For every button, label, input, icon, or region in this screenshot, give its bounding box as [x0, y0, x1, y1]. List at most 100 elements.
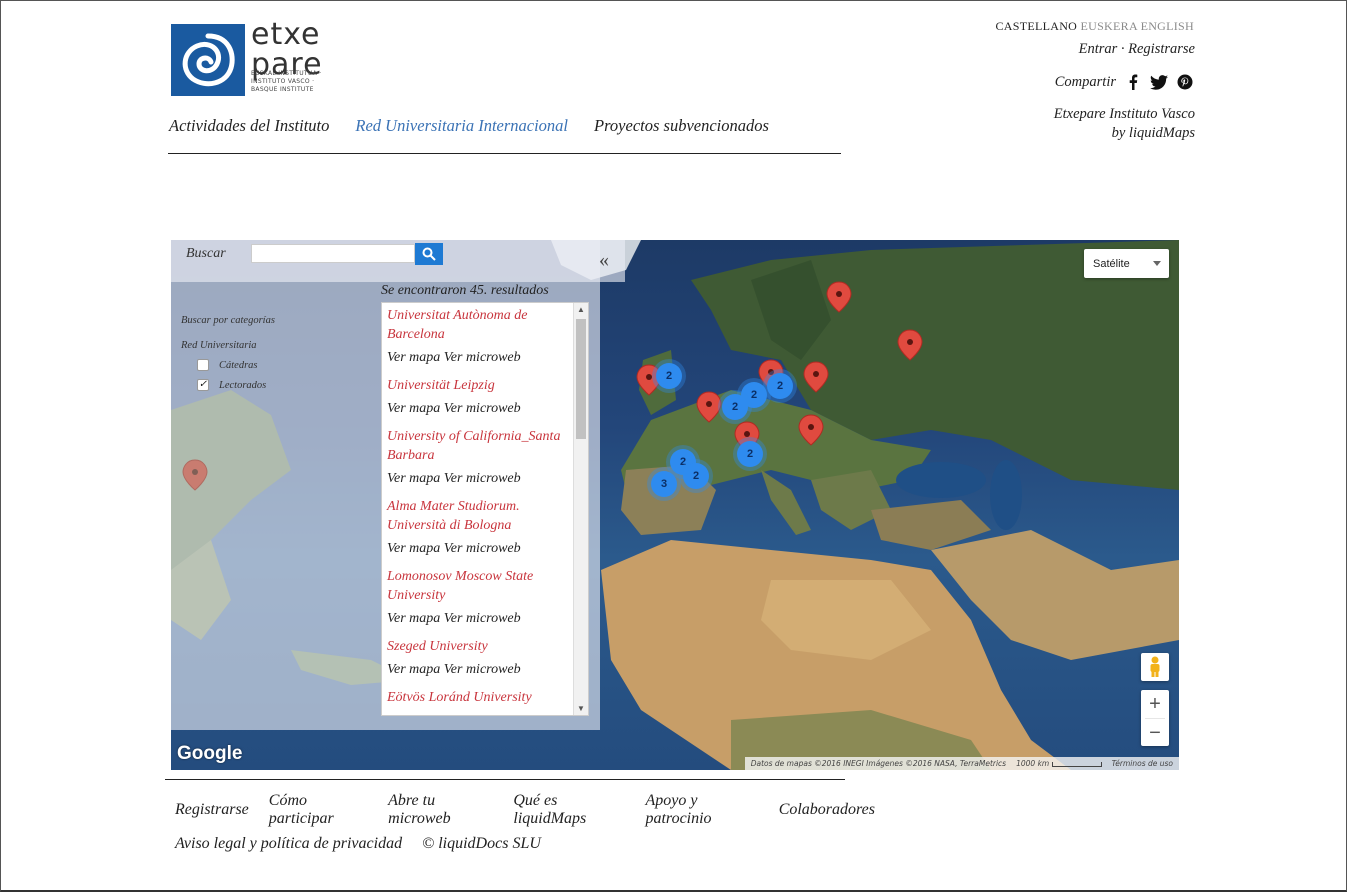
- view-map-link[interactable]: Ver mapa: [387, 611, 440, 626]
- lang-english[interactable]: ENGLISH: [1141, 19, 1194, 33]
- footer-colaboradores[interactable]: Colaboradores: [779, 801, 875, 819]
- result-title[interactable]: Alma Mater Studiorum. Università di Bolo…: [387, 497, 568, 535]
- scale-bar: [1051, 761, 1102, 767]
- cluster-marker[interactable]: 2: [737, 441, 763, 467]
- cluster-marker[interactable]: 2: [656, 363, 682, 389]
- share-bar: Compartir: [1055, 73, 1194, 91]
- nav-actividades[interactable]: Actividades del Instituto: [169, 116, 329, 136]
- result-title[interactable]: Universität Leipzig: [387, 376, 568, 395]
- view-map-link[interactable]: Ver mapa: [387, 350, 440, 365]
- cluster-marker[interactable]: 2: [767, 373, 793, 399]
- result-title[interactable]: University of California_Santa Barbara: [387, 427, 568, 465]
- result-title[interactable]: Szeged University: [387, 637, 568, 656]
- view-microweb-link[interactable]: Ver microweb: [444, 350, 521, 365]
- scroll-up-icon[interactable]: ▲: [577, 305, 585, 314]
- footer-copyright: © liquidDocs SLU: [422, 835, 541, 852]
- footer-apoyo[interactable]: Apoyo y patrocinio: [645, 792, 758, 828]
- footer-que-es-liquidmaps[interactable]: Qué es liquidMaps: [513, 792, 625, 828]
- view-map-link[interactable]: Ver mapa: [387, 401, 440, 416]
- credit-line-2: by liquidMaps: [1111, 125, 1195, 141]
- list-item: Lomonosov Moscow State University Ver ma…: [382, 567, 588, 628]
- scroll-down-icon[interactable]: ▼: [577, 704, 585, 713]
- result-title[interactable]: Universitat Autònoma de Barcelona: [387, 306, 568, 344]
- pinterest-icon[interactable]: [1176, 73, 1194, 91]
- search-icon: [422, 247, 436, 261]
- list-item: Universitat Autònoma de Barcelona Ver ma…: [382, 306, 588, 367]
- result-title[interactable]: Eötvös Loránd University: [387, 688, 568, 707]
- results-count: Se encontraron 45. resultados: [381, 283, 549, 298]
- zoom-out-button[interactable]: −: [1141, 719, 1169, 747]
- category-lectorados[interactable]: ✓ Lectorados: [197, 379, 266, 391]
- category-catedras[interactable]: Cátedras: [197, 359, 258, 371]
- list-item: Alma Mater Studiorum. Università di Bolo…: [382, 497, 588, 558]
- etxepare-logo[interactable]: etxe pare EUSKAL INSTITUTUA · INSTITUTO …: [171, 20, 331, 98]
- footer-registrarse[interactable]: Registrarse: [175, 801, 249, 819]
- collapse-panel-icon[interactable]: «: [599, 250, 609, 270]
- google-logo: Google: [177, 743, 243, 764]
- chevron-down-icon: [1153, 261, 1161, 266]
- checkbox-catedras[interactable]: [197, 359, 209, 371]
- list-item: Universität Leipzig Ver mapa Ver microwe…: [382, 376, 588, 418]
- register-link[interactable]: Registrarse: [1128, 41, 1195, 57]
- category-group: Red Universitaria: [181, 340, 257, 351]
- list-item: Eötvös Loránd University: [382, 688, 588, 707]
- footer-links: Registrarse Cómo participar Abre tu micr…: [175, 792, 875, 861]
- street-view-pegman-icon[interactable]: [1141, 653, 1169, 681]
- results-list[interactable]: Universitat Autònoma de Barcelona Ver ma…: [381, 302, 589, 716]
- share-label: Compartir: [1054, 73, 1116, 90]
- footer-abre-microweb[interactable]: Abre tu microweb: [388, 792, 493, 828]
- lang-castellano[interactable]: CASTELLANO: [995, 19, 1077, 33]
- facebook-icon[interactable]: [1124, 73, 1142, 91]
- search-input[interactable]: [251, 244, 415, 263]
- list-item: Szeged University Ver mapa Ver microweb: [382, 637, 588, 679]
- language-switcher: CASTELLANO EUSKERA ENGLISH: [995, 19, 1194, 34]
- view-microweb-link[interactable]: Ver microweb: [444, 471, 521, 486]
- map-attribution: Datos de mapas ©2016 INEGI Imágenes ©201…: [744, 757, 1179, 770]
- footer-aviso-legal[interactable]: Aviso legal y política de privacidad: [175, 835, 402, 853]
- map-type-select[interactable]: Satélite: [1084, 249, 1169, 278]
- main-nav: Actividades del Instituto Red Universita…: [169, 116, 769, 136]
- search-label: Buscar: [186, 246, 226, 261]
- list-item: University of California_Santa Barbara V…: [382, 427, 588, 488]
- zoom-control: + −: [1141, 690, 1169, 746]
- result-title[interactable]: Lomonosov Moscow State University: [387, 567, 568, 605]
- login-link[interactable]: Entrar: [1079, 41, 1118, 57]
- twitter-icon[interactable]: [1150, 73, 1168, 91]
- search-bar: Buscar «: [171, 240, 625, 282]
- category-lectorados-label: Lectorados: [219, 379, 267, 391]
- cluster-marker[interactable]: 2: [683, 463, 709, 489]
- view-map-link[interactable]: Ver mapa: [387, 471, 440, 486]
- nav-red-universitaria[interactable]: Red Universitaria Internacional: [355, 116, 568, 136]
- view-microweb-link[interactable]: Ver microweb: [444, 662, 521, 677]
- attribution-text: Datos de mapas ©2016 INEGI Imágenes ©201…: [750, 759, 1007, 768]
- view-map-link[interactable]: Ver mapa: [387, 541, 440, 556]
- search-button[interactable]: [415, 243, 443, 265]
- auth-separator: ·: [1120, 41, 1125, 57]
- site-credit: Etxepare Instituto Vasco by liquidMaps: [1054, 105, 1195, 143]
- credit-line-1: Etxepare Instituto Vasco: [1053, 106, 1195, 122]
- map-canvas[interactable]: Buscar « Buscar por categorías Red Unive…: [171, 240, 1179, 770]
- view-microweb-link[interactable]: Ver microweb: [444, 401, 521, 416]
- footer-como-participar[interactable]: Cómo participar: [269, 792, 368, 828]
- zoom-in-button[interactable]: +: [1141, 690, 1169, 718]
- lang-euskera[interactable]: EUSKERA: [1080, 19, 1137, 33]
- checkbox-lectorados[interactable]: ✓: [197, 379, 209, 391]
- categories-title: Buscar por categorías: [181, 315, 275, 326]
- nav-divider: [168, 153, 841, 154]
- auth-links: Entrar · Registrarse: [1079, 41, 1195, 58]
- view-map-link[interactable]: Ver mapa: [387, 662, 440, 677]
- map-type-label: Satélite: [1093, 257, 1130, 270]
- scale-label: 1000 km: [1016, 759, 1102, 768]
- view-microweb-link[interactable]: Ver microweb: [444, 541, 521, 556]
- logo-subtitle: EUSKAL INSTITUTUA · INSTITUTO VASCO · BA…: [251, 70, 322, 93]
- nav-proyectos[interactable]: Proyectos subvencionados: [594, 116, 769, 136]
- logo-mark: [171, 24, 245, 96]
- category-catedras-label: Cátedras: [219, 359, 258, 371]
- footer-divider: [165, 779, 845, 780]
- view-microweb-link[interactable]: Ver microweb: [444, 611, 521, 626]
- terms-link[interactable]: Términos de uso: [1112, 759, 1173, 768]
- cluster-marker[interactable]: 3: [651, 471, 677, 497]
- scroll-thumb[interactable]: [576, 319, 586, 439]
- results-scrollbar[interactable]: ▲ ▼: [573, 303, 588, 715]
- cluster-marker[interactable]: 2: [722, 394, 748, 420]
